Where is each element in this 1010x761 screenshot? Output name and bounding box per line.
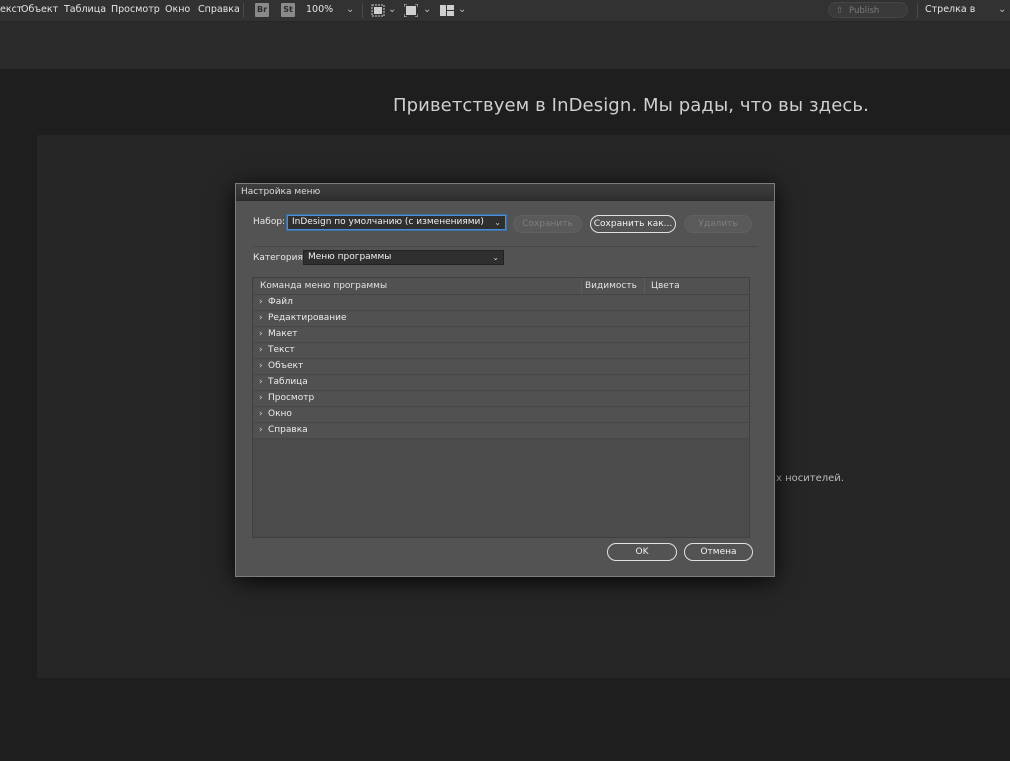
column-separator [581, 278, 582, 294]
table-row[interactable]: › Справка [253, 423, 749, 439]
chevron-right-icon[interactable]: › [259, 343, 263, 358]
save-button[interactable]: Сохранить [513, 215, 582, 233]
save-as-button[interactable]: Сохранить как... [590, 215, 676, 233]
chevron-down-icon: ⌄ [494, 218, 501, 227]
row-label: Просмотр [268, 393, 315, 403]
menubar-divider [243, 3, 244, 18]
stock-button[interactable]: St [281, 3, 295, 17]
column-separator [644, 278, 645, 294]
zoom-level[interactable]: 100% [306, 0, 333, 21]
column-header-command[interactable]: Команда меню программы [260, 278, 387, 294]
chevron-right-icon[interactable]: › [259, 375, 263, 390]
table-row[interactable]: › Редактирование [253, 311, 749, 327]
view-options-icon[interactable] [371, 4, 385, 17]
zoom-chevron-down-icon[interactable]: ⌄ [346, 0, 354, 21]
table-header: Команда меню программы Видимость Цвета [253, 278, 749, 295]
chevron-right-icon[interactable]: › [259, 359, 263, 374]
chevron-right-icon[interactable]: › [259, 295, 263, 310]
table-row[interactable]: › Объект [253, 359, 749, 375]
menubar-divider [362, 3, 363, 18]
menu-table[interactable]: Таблица [64, 0, 106, 21]
chevron-right-icon[interactable]: › [259, 311, 263, 326]
dialog-titlebar[interactable]: Настройка меню [236, 184, 774, 201]
control-panel [0, 22, 1010, 69]
table-row[interactable]: › Макет [253, 327, 749, 343]
upload-icon: ⇧ [836, 6, 844, 16]
menu-help[interactable]: Справка [198, 0, 240, 21]
menu-text[interactable]: екст [0, 0, 22, 21]
table-row[interactable]: › Просмотр [253, 391, 749, 407]
table-row[interactable]: › Текст [253, 343, 749, 359]
set-dropdown-value: InDesign по умолчанию (с изменениями) [292, 217, 484, 227]
screen-mode-chevron-down-icon[interactable]: ⌄ [423, 0, 431, 21]
background-text-fragment: х носителей. [776, 473, 844, 484]
row-label: Текст [268, 345, 295, 355]
category-dropdown-value: Меню программы [308, 252, 392, 262]
chevron-right-icon[interactable]: › [259, 391, 263, 406]
menu-window[interactable]: Окно [165, 0, 190, 21]
menubar-divider [917, 3, 918, 18]
menu-commands-table[interactable]: Команда меню программы Видимость Цвета ›… [252, 277, 750, 538]
table-row[interactable]: › Окно [253, 407, 749, 423]
set-dropdown[interactable]: InDesign по умолчанию (с изменениями) ⌄ [287, 215, 506, 230]
welcome-heading: Приветствуем в InDesign. Мы рады, что вы… [393, 95, 869, 116]
workspace-chevron-down-icon[interactable]: ⌄ [998, 0, 1006, 21]
row-label: Окно [268, 409, 292, 419]
screen-mode-icon[interactable] [404, 4, 418, 17]
chevron-right-icon[interactable]: › [259, 407, 263, 422]
row-label: Справка [268, 425, 308, 435]
dialog-divider [253, 246, 758, 247]
menu-customization-dialog: Настройка меню Набор: InDesign по умолча… [235, 183, 775, 577]
chevron-down-icon: ⌄ [492, 253, 499, 262]
arrange-documents-chevron-down-icon[interactable]: ⌄ [458, 0, 466, 21]
dialog-title: Настройка меню [241, 187, 321, 197]
category-label: Категория: [253, 253, 306, 263]
set-label: Набор: [253, 217, 286, 227]
delete-button[interactable]: Удалить [684, 215, 752, 233]
table-row[interactable]: › Таблица [253, 375, 749, 391]
cancel-button[interactable]: Отмена [684, 543, 753, 561]
view-options-chevron-down-icon[interactable]: ⌄ [388, 0, 396, 21]
row-label: Таблица [268, 377, 308, 387]
row-label: Макет [268, 329, 298, 339]
bridge-button[interactable]: Br [255, 3, 269, 17]
row-label: Файл [268, 297, 293, 307]
chevron-right-icon[interactable]: › [259, 327, 263, 342]
menu-view[interactable]: Просмотр [111, 0, 160, 21]
ok-button[interactable]: OK [607, 543, 677, 561]
table-row[interactable]: › Файл [253, 295, 749, 311]
menu-bar: екст Объект Таблица Просмотр Окно Справк… [0, 0, 1010, 35]
column-header-colors[interactable]: Цвета [651, 278, 680, 294]
category-dropdown[interactable]: Меню программы ⌄ [303, 250, 504, 265]
row-label: Редактирование [268, 313, 347, 323]
row-label: Объект [268, 361, 304, 371]
publish-online-button[interactable]: ⇧ Publish Online [828, 2, 908, 32]
arrange-documents-icon[interactable] [440, 4, 454, 17]
column-header-visibility[interactable]: Видимость [585, 278, 637, 294]
menu-object[interactable]: Объект [21, 0, 58, 21]
chevron-right-icon[interactable]: › [259, 423, 263, 438]
